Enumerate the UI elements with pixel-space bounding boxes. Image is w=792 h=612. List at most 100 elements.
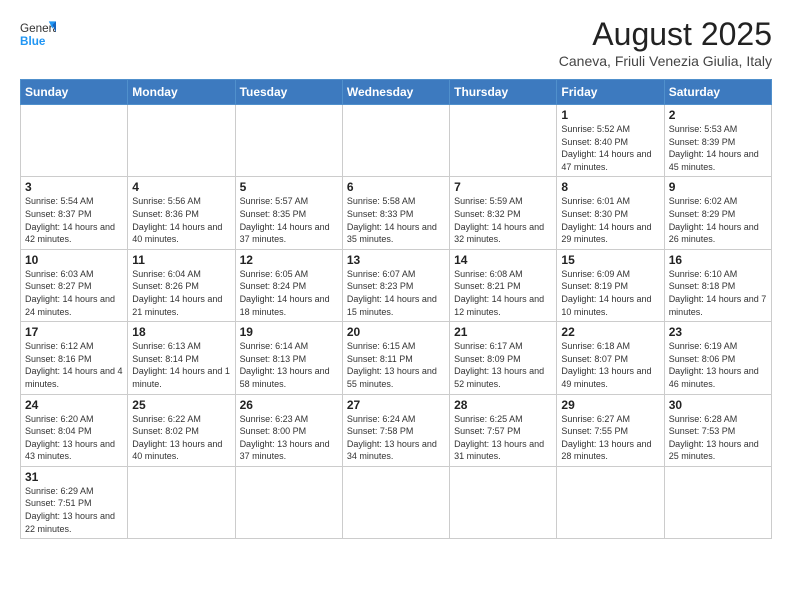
day-info: Sunrise: 6:28 AM Sunset: 7:53 PM Dayligh… — [669, 413, 767, 463]
day-number: 18 — [132, 325, 230, 339]
day-info: Sunrise: 6:12 AM Sunset: 8:16 PM Dayligh… — [25, 340, 123, 390]
page: General Blue August 2025 Caneva, Friuli … — [0, 0, 792, 612]
calendar-day-cell — [235, 466, 342, 538]
calendar-day-cell: 30Sunrise: 6:28 AM Sunset: 7:53 PM Dayli… — [664, 394, 771, 466]
day-info: Sunrise: 6:20 AM Sunset: 8:04 PM Dayligh… — [25, 413, 123, 463]
calendar-week-row: 31Sunrise: 6:29 AM Sunset: 7:51 PM Dayli… — [21, 466, 772, 538]
location-subtitle: Caneva, Friuli Venezia Giulia, Italy — [559, 53, 772, 69]
calendar-week-row: 3Sunrise: 5:54 AM Sunset: 8:37 PM Daylig… — [21, 177, 772, 249]
calendar-day-cell — [664, 466, 771, 538]
calendar-day-cell: 17Sunrise: 6:12 AM Sunset: 8:16 PM Dayli… — [21, 322, 128, 394]
day-info: Sunrise: 6:18 AM Sunset: 8:07 PM Dayligh… — [561, 340, 659, 390]
calendar-day-cell: 29Sunrise: 6:27 AM Sunset: 7:55 PM Dayli… — [557, 394, 664, 466]
day-info: Sunrise: 6:14 AM Sunset: 8:13 PM Dayligh… — [240, 340, 338, 390]
day-info: Sunrise: 6:13 AM Sunset: 8:14 PM Dayligh… — [132, 340, 230, 390]
calendar-day-cell: 16Sunrise: 6:10 AM Sunset: 8:18 PM Dayli… — [664, 249, 771, 321]
calendar-day-cell: 25Sunrise: 6:22 AM Sunset: 8:02 PM Dayli… — [128, 394, 235, 466]
logo: General Blue — [20, 16, 56, 52]
day-number: 12 — [240, 253, 338, 267]
day-number: 24 — [25, 398, 123, 412]
day-number: 10 — [25, 253, 123, 267]
calendar-day-cell: 9Sunrise: 6:02 AM Sunset: 8:29 PM Daylig… — [664, 177, 771, 249]
day-number: 25 — [132, 398, 230, 412]
calendar-day-cell: 3Sunrise: 5:54 AM Sunset: 8:37 PM Daylig… — [21, 177, 128, 249]
calendar-day-cell: 24Sunrise: 6:20 AM Sunset: 8:04 PM Dayli… — [21, 394, 128, 466]
calendar-day-cell: 21Sunrise: 6:17 AM Sunset: 8:09 PM Dayli… — [450, 322, 557, 394]
header-sunday: Sunday — [21, 80, 128, 105]
day-number: 30 — [669, 398, 767, 412]
day-number: 3 — [25, 180, 123, 194]
calendar-day-cell — [128, 105, 235, 177]
calendar-day-cell: 13Sunrise: 6:07 AM Sunset: 8:23 PM Dayli… — [342, 249, 449, 321]
day-number: 13 — [347, 253, 445, 267]
day-info: Sunrise: 5:54 AM Sunset: 8:37 PM Dayligh… — [25, 195, 123, 245]
day-info: Sunrise: 6:23 AM Sunset: 8:00 PM Dayligh… — [240, 413, 338, 463]
calendar-day-cell: 31Sunrise: 6:29 AM Sunset: 7:51 PM Dayli… — [21, 466, 128, 538]
calendar-day-cell: 2Sunrise: 5:53 AM Sunset: 8:39 PM Daylig… — [664, 105, 771, 177]
calendar-day-cell: 22Sunrise: 6:18 AM Sunset: 8:07 PM Dayli… — [557, 322, 664, 394]
calendar-week-row: 17Sunrise: 6:12 AM Sunset: 8:16 PM Dayli… — [21, 322, 772, 394]
calendar-day-cell: 12Sunrise: 6:05 AM Sunset: 8:24 PM Dayli… — [235, 249, 342, 321]
day-info: Sunrise: 6:17 AM Sunset: 8:09 PM Dayligh… — [454, 340, 552, 390]
calendar-day-cell: 7Sunrise: 5:59 AM Sunset: 8:32 PM Daylig… — [450, 177, 557, 249]
day-number: 28 — [454, 398, 552, 412]
day-info: Sunrise: 5:52 AM Sunset: 8:40 PM Dayligh… — [561, 123, 659, 173]
header: General Blue August 2025 Caneva, Friuli … — [20, 16, 772, 69]
day-info: Sunrise: 6:15 AM Sunset: 8:11 PM Dayligh… — [347, 340, 445, 390]
calendar-day-cell: 14Sunrise: 6:08 AM Sunset: 8:21 PM Dayli… — [450, 249, 557, 321]
calendar-week-row: 1Sunrise: 5:52 AM Sunset: 8:40 PM Daylig… — [21, 105, 772, 177]
day-number: 8 — [561, 180, 659, 194]
day-info: Sunrise: 6:19 AM Sunset: 8:06 PM Dayligh… — [669, 340, 767, 390]
day-number: 1 — [561, 108, 659, 122]
day-info: Sunrise: 6:09 AM Sunset: 8:19 PM Dayligh… — [561, 268, 659, 318]
calendar-day-cell — [21, 105, 128, 177]
calendar-day-cell: 28Sunrise: 6:25 AM Sunset: 7:57 PM Dayli… — [450, 394, 557, 466]
day-info: Sunrise: 5:58 AM Sunset: 8:33 PM Dayligh… — [347, 195, 445, 245]
day-number: 4 — [132, 180, 230, 194]
day-number: 26 — [240, 398, 338, 412]
header-tuesday: Tuesday — [235, 80, 342, 105]
month-year-title: August 2025 — [559, 16, 772, 53]
calendar-day-cell: 26Sunrise: 6:23 AM Sunset: 8:00 PM Dayli… — [235, 394, 342, 466]
calendar-day-cell: 20Sunrise: 6:15 AM Sunset: 8:11 PM Dayli… — [342, 322, 449, 394]
day-number: 15 — [561, 253, 659, 267]
day-number: 17 — [25, 325, 123, 339]
day-number: 29 — [561, 398, 659, 412]
day-info: Sunrise: 6:05 AM Sunset: 8:24 PM Dayligh… — [240, 268, 338, 318]
day-number: 21 — [454, 325, 552, 339]
day-info: Sunrise: 6:03 AM Sunset: 8:27 PM Dayligh… — [25, 268, 123, 318]
day-number: 27 — [347, 398, 445, 412]
calendar-day-cell: 5Sunrise: 5:57 AM Sunset: 8:35 PM Daylig… — [235, 177, 342, 249]
header-thursday: Thursday — [450, 80, 557, 105]
day-info: Sunrise: 6:22 AM Sunset: 8:02 PM Dayligh… — [132, 413, 230, 463]
day-info: Sunrise: 6:01 AM Sunset: 8:30 PM Dayligh… — [561, 195, 659, 245]
day-number: 23 — [669, 325, 767, 339]
day-number: 7 — [454, 180, 552, 194]
day-info: Sunrise: 6:24 AM Sunset: 7:58 PM Dayligh… — [347, 413, 445, 463]
header-saturday: Saturday — [664, 80, 771, 105]
calendar-day-cell: 10Sunrise: 6:03 AM Sunset: 8:27 PM Dayli… — [21, 249, 128, 321]
day-info: Sunrise: 6:10 AM Sunset: 8:18 PM Dayligh… — [669, 268, 767, 318]
day-info: Sunrise: 6:07 AM Sunset: 8:23 PM Dayligh… — [347, 268, 445, 318]
day-info: Sunrise: 5:57 AM Sunset: 8:35 PM Dayligh… — [240, 195, 338, 245]
day-number: 19 — [240, 325, 338, 339]
day-number: 16 — [669, 253, 767, 267]
day-number: 9 — [669, 180, 767, 194]
calendar-table: Sunday Monday Tuesday Wednesday Thursday… — [20, 79, 772, 539]
svg-text:Blue: Blue — [20, 35, 46, 48]
calendar-day-cell — [557, 466, 664, 538]
calendar-day-cell — [342, 105, 449, 177]
calendar-day-cell: 23Sunrise: 6:19 AM Sunset: 8:06 PM Dayli… — [664, 322, 771, 394]
day-info: Sunrise: 5:56 AM Sunset: 8:36 PM Dayligh… — [132, 195, 230, 245]
calendar-day-cell: 18Sunrise: 6:13 AM Sunset: 8:14 PM Dayli… — [128, 322, 235, 394]
calendar-week-row: 10Sunrise: 6:03 AM Sunset: 8:27 PM Dayli… — [21, 249, 772, 321]
day-info: Sunrise: 6:25 AM Sunset: 7:57 PM Dayligh… — [454, 413, 552, 463]
day-number: 20 — [347, 325, 445, 339]
weekday-header-row: Sunday Monday Tuesday Wednesday Thursday… — [21, 80, 772, 105]
day-number: 5 — [240, 180, 338, 194]
header-wednesday: Wednesday — [342, 80, 449, 105]
day-info: Sunrise: 6:04 AM Sunset: 8:26 PM Dayligh… — [132, 268, 230, 318]
calendar-day-cell: 8Sunrise: 6:01 AM Sunset: 8:30 PM Daylig… — [557, 177, 664, 249]
day-number: 31 — [25, 470, 123, 484]
day-info: Sunrise: 6:08 AM Sunset: 8:21 PM Dayligh… — [454, 268, 552, 318]
